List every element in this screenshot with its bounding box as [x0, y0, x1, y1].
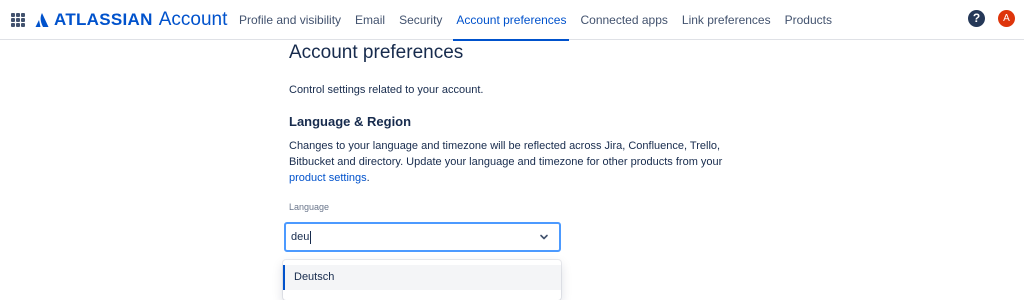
page-description: Control settings related to your account…	[289, 84, 484, 96]
atlassian-logo-icon	[35, 13, 49, 27]
nav-profile-and-visibility[interactable]: Profile and visibility	[232, 0, 348, 40]
nav-tabs: Profile and visibility Email Security Ac…	[232, 0, 839, 41]
nav-account-preferences[interactable]: Account preferences	[449, 0, 573, 41]
language-dropdown-menu: Deutsch	[283, 260, 561, 300]
section-heading-language-region: Language & Region	[289, 114, 412, 129]
nav-email[interactable]: Email	[348, 0, 392, 40]
section-body-end: .	[366, 172, 370, 184]
nav-products[interactable]: Products	[778, 0, 839, 40]
language-option-deutsch[interactable]: Deutsch	[283, 265, 561, 290]
language-select[interactable]: deu	[284, 222, 561, 252]
page-title: Account preferences	[289, 42, 464, 63]
nav-security[interactable]: Security	[392, 0, 449, 40]
language-input-value: deu	[291, 231, 310, 243]
section-body-text: Changes to your language and timezone wi…	[289, 140, 723, 168]
product-name: Account	[158, 9, 228, 30]
app-switcher-icon[interactable]	[11, 13, 25, 27]
chevron-down-icon[interactable]	[539, 232, 549, 242]
product-settings-link[interactable]: product settings	[289, 172, 367, 184]
nav-connected-apps[interactable]: Connected apps	[573, 0, 674, 40]
atlassian-account-logo[interactable]: ATLASSIAN Account	[35, 9, 227, 31]
help-icon[interactable]: ?	[968, 10, 985, 27]
avatar[interactable]: A	[998, 10, 1015, 27]
nav-link-preferences[interactable]: Link preferences	[675, 0, 778, 40]
language-input[interactable]: deu	[291, 227, 511, 247]
section-description: Changes to your language and timezone wi…	[289, 138, 729, 186]
top-navigation: ATLASSIAN Account Profile and visibility…	[0, 0, 1024, 41]
brand-name: ATLASSIAN	[54, 10, 153, 29]
text-cursor	[310, 230, 312, 244]
language-label: Language	[289, 202, 330, 212]
